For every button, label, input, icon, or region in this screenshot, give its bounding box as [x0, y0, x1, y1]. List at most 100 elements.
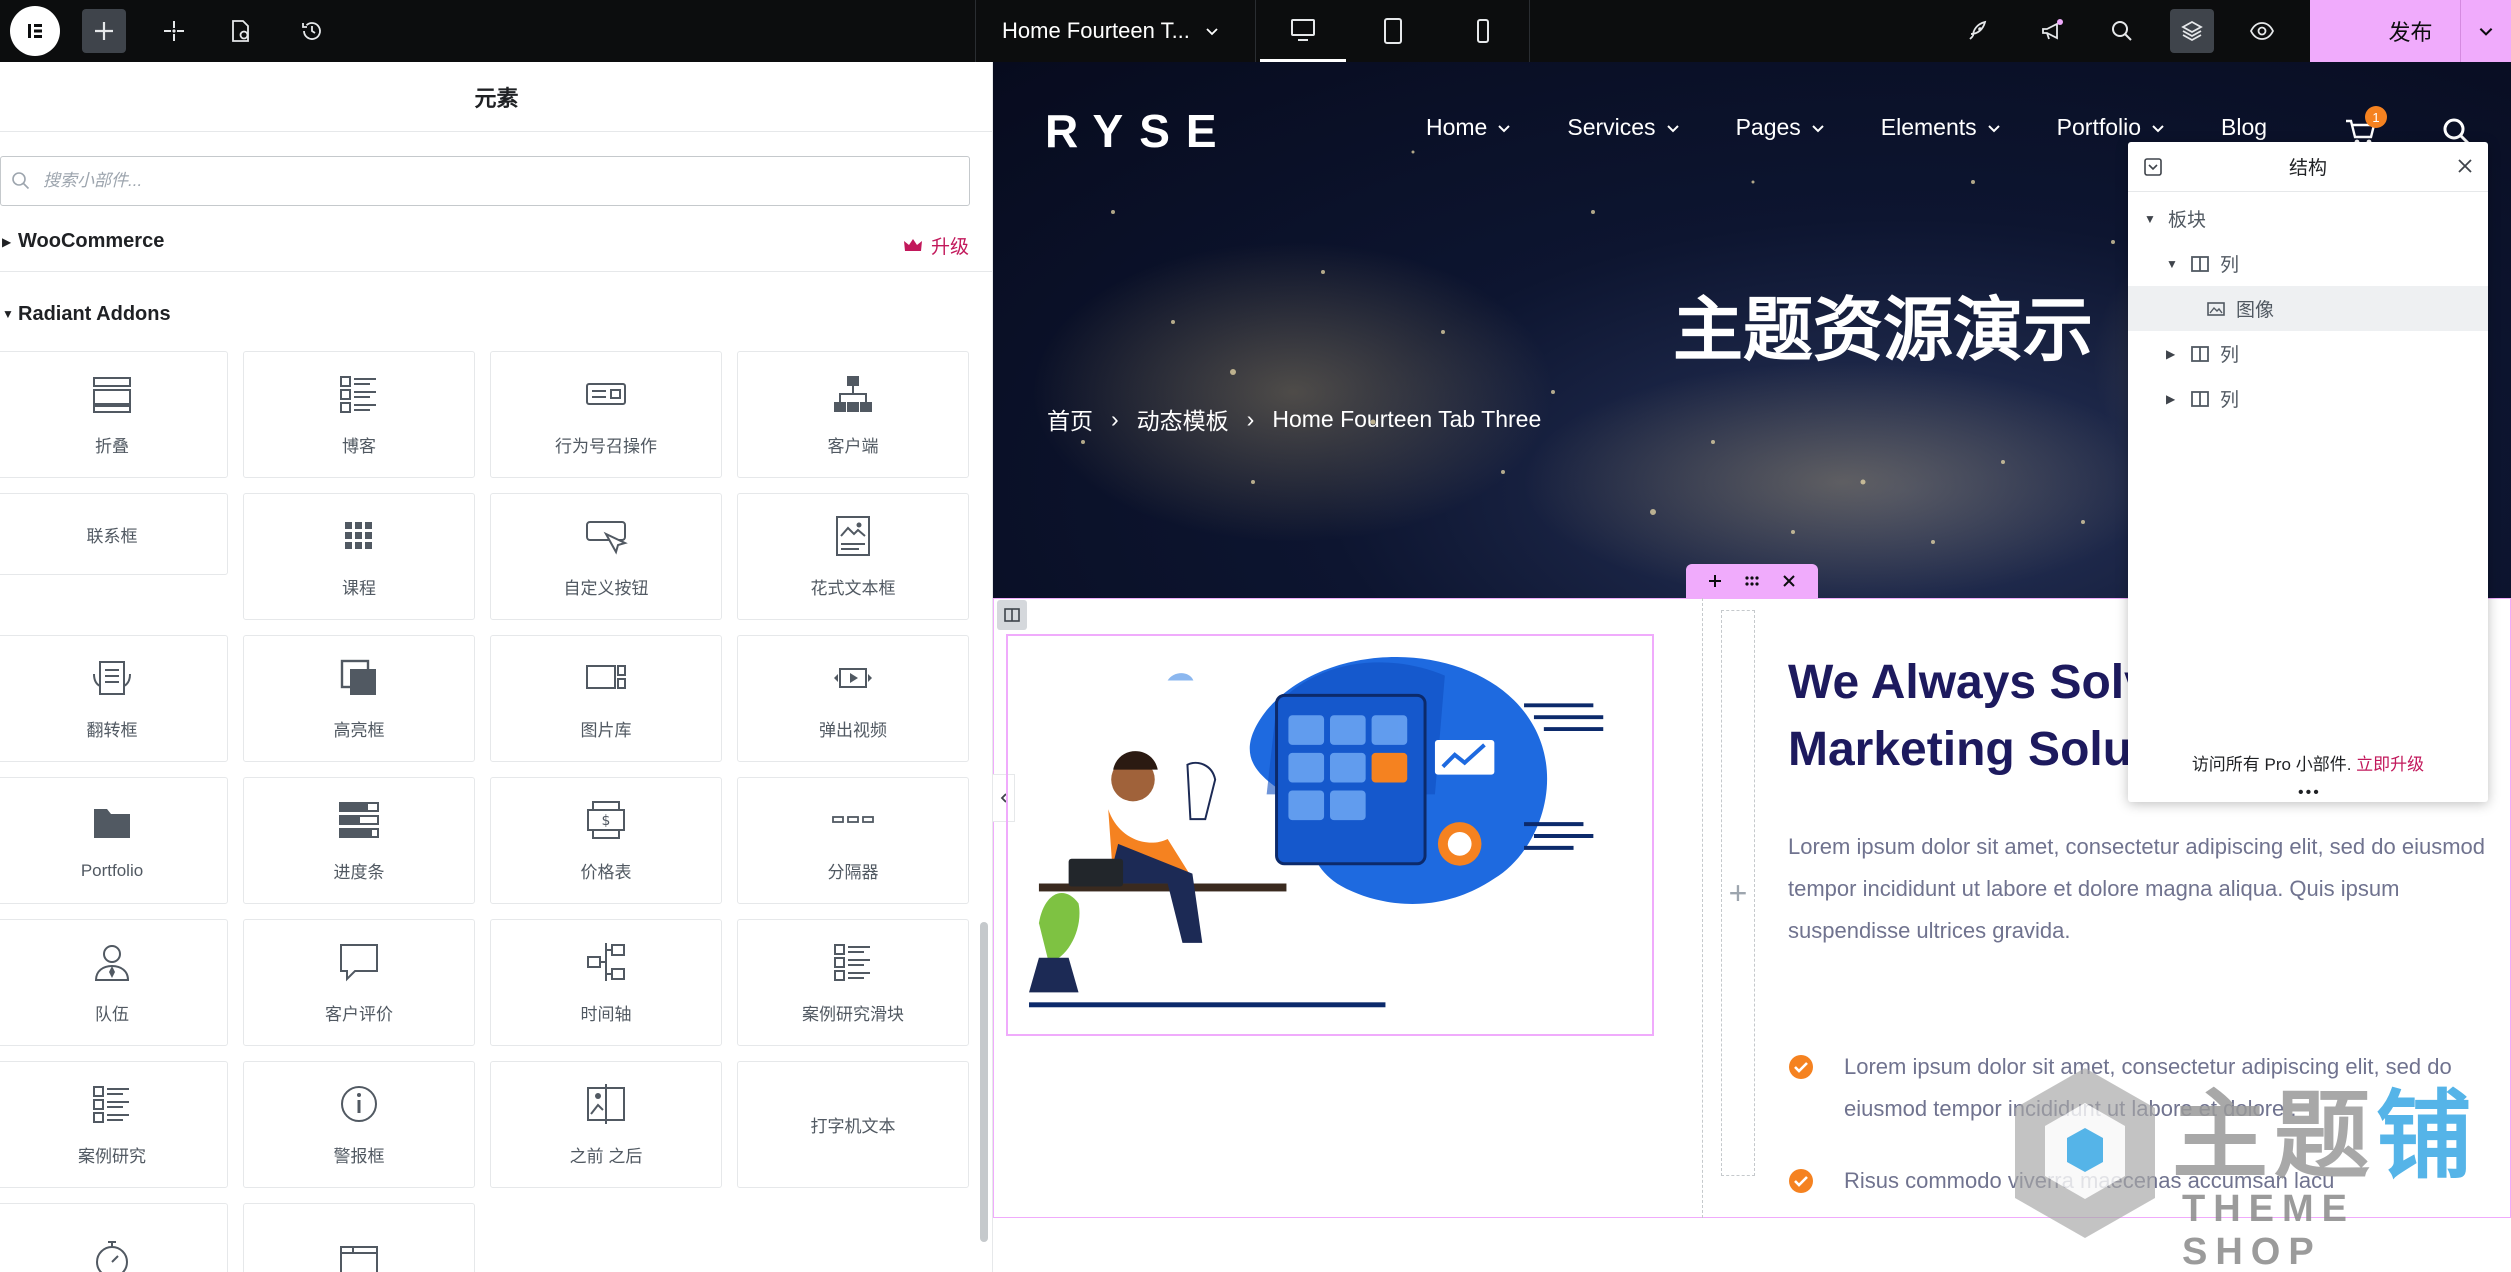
widget-highlight-box[interactable]: 高亮框 [243, 635, 475, 762]
widget-label: 博客 [342, 437, 376, 456]
widget-timeline[interactable]: 时间轴 [490, 919, 722, 1046]
column-icon [1004, 608, 1020, 622]
chevron-down-icon [2152, 124, 2164, 132]
nav-blog[interactable]: Blog [2221, 114, 2267, 141]
tablet-icon [1384, 18, 1402, 44]
check-circle-icon [1789, 1055, 1813, 1079]
case-slider-icon [831, 940, 875, 984]
tablet-mode-button[interactable] [1350, 0, 1436, 62]
widget-testimonial[interactable]: 客户评价 [243, 919, 475, 1046]
widget-countdown[interactable] [0, 1203, 228, 1272]
nav-label: Pages [1735, 114, 1801, 140]
gallery-icon [584, 656, 628, 700]
widget-label: 时间轴 [580, 1005, 632, 1024]
widget-divider[interactable]: 分隔器 [737, 777, 969, 904]
nav-elements[interactable]: Elements [1881, 114, 2001, 141]
widget-search-box[interactable] [0, 156, 970, 206]
flip-box-icon [90, 656, 134, 700]
mobile-mode-button[interactable] [1440, 0, 1526, 62]
empty-column-add[interactable]: + [1721, 610, 1755, 1176]
image-widget[interactable] [1006, 634, 1654, 1036]
widget-price-table[interactable]: $ 价格表 [490, 777, 722, 904]
structure-item-column[interactable]: ▶ 列 [2128, 331, 2488, 376]
widget-call-to-action[interactable]: 行为号召操作 [490, 351, 722, 478]
add-element-button[interactable] [82, 9, 126, 53]
widget-label: 花式文本框 [810, 579, 896, 598]
history-button[interactable] [290, 9, 334, 53]
widget-courses[interactable]: 课程 [243, 493, 475, 620]
widget-tabs[interactable] [243, 1203, 475, 1272]
upgrade-link[interactable]: 升级 [903, 232, 969, 259]
widget-portfolio[interactable]: Portfolio [0, 777, 228, 904]
call-to-action-icon [584, 372, 628, 416]
structure-item-column[interactable]: ▼ 列 [2128, 241, 2488, 286]
widget-case-study-slider[interactable]: 案例研究滑块 [737, 919, 969, 1046]
category-radiant-addons[interactable]: ▼ Radiant Addons [0, 284, 992, 344]
panel-scrollbar[interactable] [980, 922, 988, 1242]
desktop-icon [1291, 18, 1315, 41]
category-woocommerce[interactable]: ▶ WooCommerce 升级 [0, 212, 992, 272]
section-paragraph[interactable]: Lorem ipsum dolor sit amet, consectetur … [1788, 826, 2488, 952]
nav-pages[interactable]: Pages [1736, 114, 1825, 141]
widget-blog[interactable]: 博客 [243, 351, 475, 478]
cart-count-badge: 1 [2365, 106, 2387, 128]
widget-accordion[interactable]: 折叠 [0, 351, 228, 478]
drag-handle-icon[interactable] [1743, 572, 1761, 590]
widget-case-study[interactable]: 案例研究 [0, 1061, 228, 1188]
page-settings-button[interactable] [218, 9, 262, 53]
document-title-dropdown[interactable]: Home Fourteen T... [975, 0, 1255, 62]
upgrade-now-link[interactable]: 立即升级 [2356, 755, 2424, 774]
structure-button[interactable] [2170, 9, 2214, 53]
breadcrumb-parent[interactable]: 动态模板 [1137, 402, 1229, 436]
widget-popup-video[interactable]: 弹出视频 [737, 635, 969, 762]
notifications-button[interactable] [2030, 9, 2074, 53]
widget-fancy-text-box[interactable]: 花式文本框 [737, 493, 969, 620]
blog-list-icon [337, 372, 381, 416]
widget-label: 之前 之后 [569, 1147, 643, 1166]
structure-header[interactable]: 结构 [2128, 142, 2488, 192]
progress-bars-icon [337, 798, 381, 842]
structure-item-column[interactable]: ▶ 列 [2128, 376, 2488, 421]
add-icon[interactable] [1706, 572, 1724, 590]
widget-clients[interactable]: 客户端 [737, 351, 969, 478]
publish-options-button[interactable] [2460, 0, 2511, 62]
close-icon[interactable] [1780, 572, 1798, 590]
resize-handle-icon[interactable]: ••• [2298, 784, 2321, 802]
nav-portfolio[interactable]: Portfolio [2057, 114, 2165, 141]
widget-alert-box[interactable]: 警报框 [243, 1061, 475, 1188]
collapse-all-icon[interactable] [2142, 156, 2164, 178]
widget-label: 翻转框 [86, 721, 138, 740]
structure-item-image[interactable]: 图像 [2128, 286, 2488, 331]
site-logo[interactable]: RYSE [1045, 104, 1233, 158]
structure-item-section[interactable]: ▼ 板块 [2128, 196, 2488, 241]
widget-label: 客户评价 [325, 1005, 393, 1024]
mobile-icon [1477, 19, 1489, 43]
rocket-button[interactable] [1956, 9, 2000, 53]
stopwatch-icon [90, 1237, 134, 1272]
breadcrumb-home[interactable]: 首页 [1047, 402, 1093, 436]
desktop-mode-button[interactable] [1260, 0, 1346, 62]
column-icon [2191, 390, 2209, 407]
widget-flip-box[interactable]: 翻转框 [0, 635, 228, 762]
nav-services[interactable]: Services [1567, 114, 1679, 141]
widget-before-after[interactable]: 之前 之后 [490, 1061, 722, 1188]
close-icon[interactable] [2456, 157, 2474, 175]
elementor-logo-button[interactable] [10, 6, 60, 56]
structure-item-label: 列 [2220, 345, 2240, 366]
column-handle[interactable] [997, 600, 1027, 630]
widget-progress-bar[interactable]: 进度条 [243, 777, 475, 904]
widget-search-input[interactable] [43, 171, 943, 191]
structure-item-label: 板块 [2168, 210, 2207, 231]
widget-typewriter-text[interactable]: 打字机文本 [737, 1061, 969, 1188]
widget-gallery[interactable]: 图片库 [490, 635, 722, 762]
widget-team[interactable]: 队伍 [0, 919, 228, 1046]
video-play-icon [831, 656, 875, 700]
section-handle [1686, 564, 1818, 598]
site-settings-button[interactable] [152, 9, 196, 53]
preview-button[interactable] [2240, 9, 2284, 53]
nav-home[interactable]: Home [1426, 114, 1511, 141]
widget-contact-box[interactable]: 联系框 [0, 493, 228, 575]
nav-label: Services [1567, 114, 1656, 140]
finder-button[interactable] [2100, 9, 2144, 53]
widget-custom-button[interactable]: 自定义按钮 [490, 493, 722, 620]
